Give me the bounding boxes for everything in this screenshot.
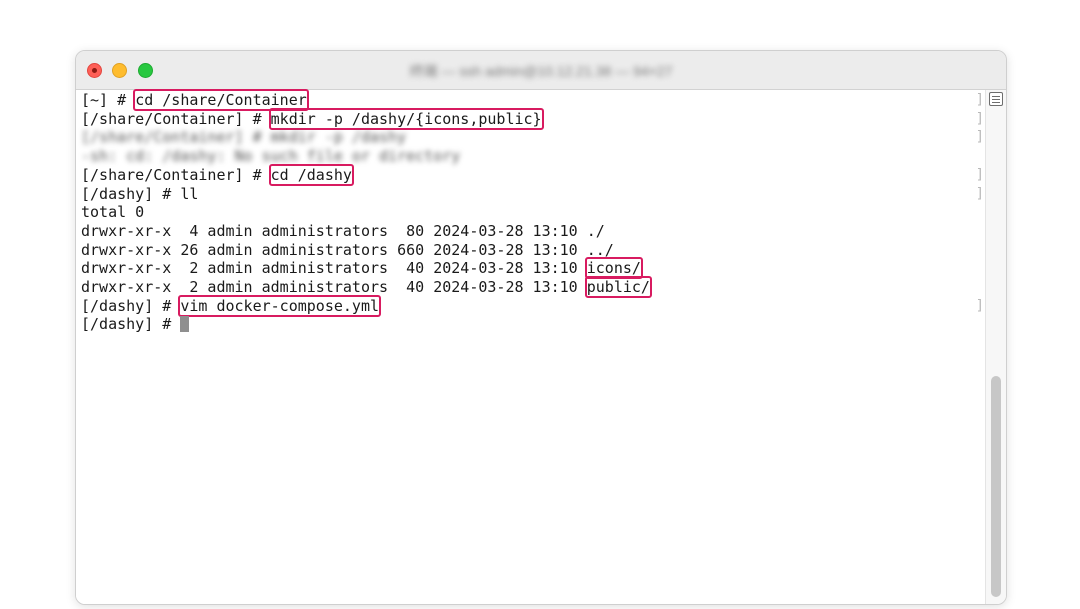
scroll-thumb[interactable] [991, 376, 1001, 597]
terminal-line: [/dashy] # vim docker-compose.yml [81, 294, 382, 317]
output-text: -sh: cd: /dashy: No such file or directo… [81, 147, 461, 166]
line-marker: ] [975, 185, 984, 202]
prompt: [/dashy] # [81, 296, 181, 315]
line-marker: ] [975, 297, 984, 314]
output-text: [/dashy] # ll [81, 184, 199, 203]
directory-name: public/ [584, 276, 652, 298]
command-text: cd /dashy [268, 163, 354, 186]
prompt: [/share/Container] # [81, 165, 271, 184]
window-title: 终端 — ssh admin@10.12.21.38 — 94×27 [409, 63, 673, 79]
terminal-line: drwxr-xr-x 4 admin administrators 80 202… [81, 222, 605, 241]
terminal-line: [/dashy] # [81, 315, 190, 334]
output-text: [/share/Container] # mkdir -p /dashy [81, 128, 407, 147]
output-text: drwxr-xr-x 4 admin administrators 80 202… [81, 221, 605, 240]
output-text: drwxr-xr-x 2 admin administrators 40 202… [81, 278, 587, 296]
command-text: mkdir -p /dashy/{icons,public} [268, 107, 544, 130]
terminal-line: [~] # cd /share/Container [81, 89, 309, 111]
line-marker: ] [975, 129, 984, 146]
output-text: drwxr-xr-x 26 admin administrators 660 2… [81, 240, 614, 259]
terminal-line: [/share/Container] # mkdir -p /dashy [81, 128, 406, 147]
directory-name: icons/ [584, 257, 643, 280]
list-icon[interactable] [989, 92, 1003, 106]
output-text: drwxr-xr-x 2 admin administrators 40 202… [81, 259, 587, 278]
output-text: total 0 [81, 203, 145, 222]
prompt: [~] # [81, 91, 136, 109]
scrollbar[interactable] [985, 90, 1006, 604]
terminal-line: drwxr-xr-x 2 admin administrators 40 202… [81, 257, 643, 280]
line-marker: ] [975, 166, 984, 183]
terminal-line: total 0 [81, 203, 144, 222]
command-text: cd /share/Container [133, 89, 309, 111]
command-text: vim docker-compose.yml [178, 294, 382, 317]
title-bar[interactable]: 终端 — ssh admin@10.12.21.38 — 94×27 [76, 51, 1006, 90]
prompt: [/share/Container] # [81, 109, 271, 128]
text-cursor [180, 316, 190, 333]
terminal-line: drwxr-xr-x 2 admin administrators 40 202… [81, 276, 652, 298]
terminal-window: 终端 — ssh admin@10.12.21.38 — 94×27 [~] #… [75, 50, 1007, 605]
terminal-line: [/dashy] # ll [81, 185, 198, 204]
terminal-line: -sh: cd: /dashy: No such file or directo… [81, 147, 460, 166]
prompt: [/dashy] # [81, 315, 181, 334]
terminal-content[interactable]: [~] # cd /share/Container] [/share/Contai… [76, 89, 986, 604]
line-marker: ] [975, 92, 984, 108]
terminal-line: [/share/Container] # mkdir -p /dashy/{ic… [81, 107, 544, 130]
line-marker: ] [975, 110, 984, 127]
terminal-line: [/share/Container] # cd /dashy [81, 163, 354, 186]
terminal-line: drwxr-xr-x 26 admin administrators 660 2… [81, 241, 614, 260]
